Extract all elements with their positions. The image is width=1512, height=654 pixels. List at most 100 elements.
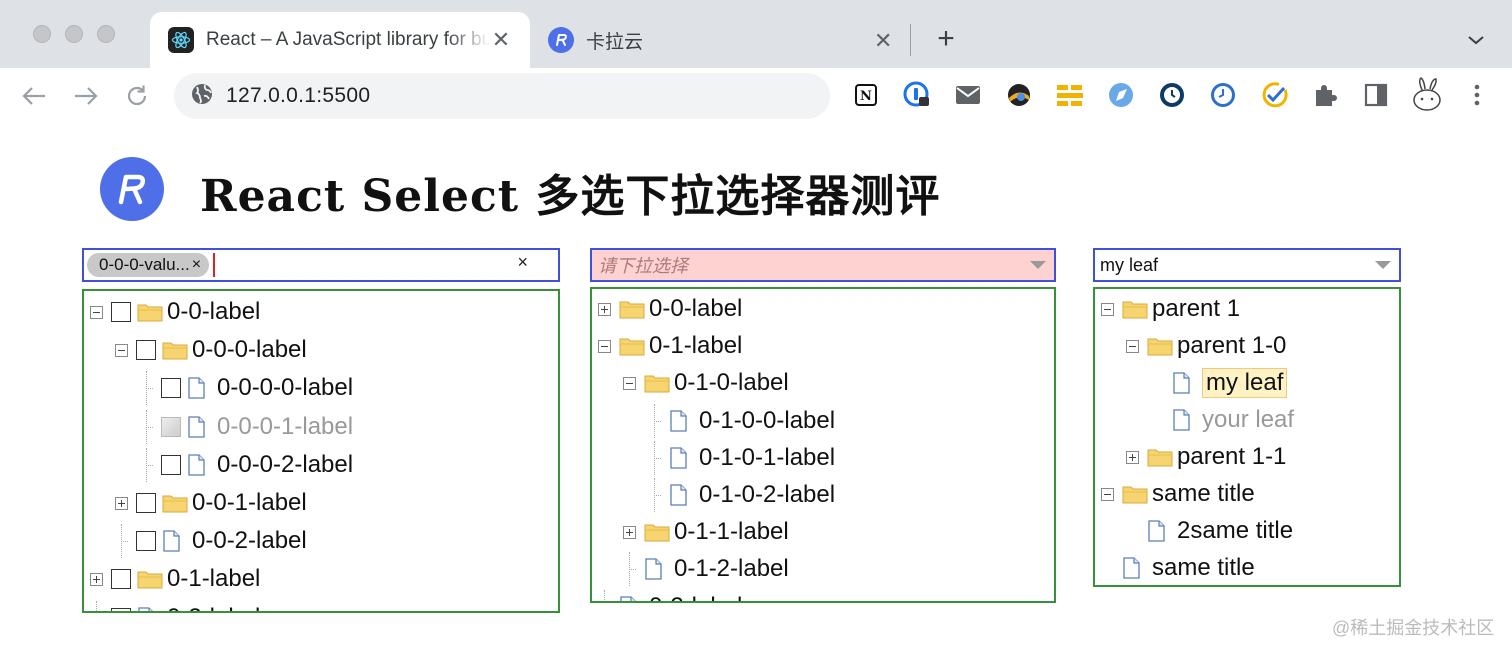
node-checkbox[interactable]	[111, 569, 131, 590]
node-checkbox[interactable]	[111, 302, 131, 322]
tree-node[interactable]: my leaf	[1151, 366, 1288, 400]
window-zoom-button[interactable]	[97, 25, 115, 43]
tree-node[interactable]: 0-1-0-label	[623, 366, 789, 400]
tab-kalayun[interactable]: 卡拉云	[530, 12, 910, 68]
window-close-button[interactable]	[33, 25, 51, 43]
collapse-icon[interactable]	[1126, 339, 1139, 353]
tree-node[interactable]: 0-1-label	[90, 562, 260, 596]
tab-react[interactable]: React – A JavaScript library for buildin…	[150, 12, 530, 68]
tree-node[interactable]: 0-1-0-2-label	[648, 478, 835, 512]
tree-node-label[interactable]: 0-1-label	[167, 565, 260, 593]
tree-node-label[interactable]: parent 1-1	[1177, 443, 1286, 471]
tree-node-label[interactable]: same title	[1152, 480, 1255, 508]
back-button[interactable]	[18, 80, 50, 112]
tree-node[interactable]: parent 1-1	[1126, 440, 1286, 474]
tree-node[interactable]: parent 1-0	[1126, 329, 1286, 363]
tree-node[interactable]: 0-1-1-label	[623, 515, 789, 549]
tree-node-label[interactable]: 0-1-label	[649, 332, 742, 360]
single-tree-select[interactable]: my leaf	[1093, 248, 1401, 282]
tree-node[interactable]: 0-0-label	[90, 295, 260, 329]
more-menu-icon[interactable]	[1462, 80, 1492, 110]
tree-node-label[interactable]: my leaf	[1202, 368, 1288, 398]
reload-button[interactable]	[121, 80, 153, 112]
1password-icon[interactable]	[902, 80, 932, 110]
globe-icon[interactable]	[190, 82, 214, 111]
collapse-icon[interactable]	[1101, 487, 1114, 501]
tree-node-label[interactable]: 0-0-0-1-label	[217, 413, 353, 441]
multi-tree-select[interactable]: 0-0-0-valu... × ×	[82, 248, 560, 282]
address-bar[interactable]: 127.0.0.1:5500	[174, 73, 830, 119]
tree-node-label[interactable]: 0-0-label	[167, 298, 260, 326]
node-checkbox[interactable]	[136, 340, 156, 361]
tree-node-label[interactable]: 0-1-0-label	[674, 369, 789, 397]
tree-node[interactable]: 0-2-label	[90, 600, 260, 611]
clear-icon[interactable]: ×	[517, 252, 528, 273]
check-icon[interactable]	[1259, 80, 1289, 110]
tree-node[interactable]: 0-1-2-label	[623, 552, 789, 587]
timer-icon[interactable]	[1208, 80, 1238, 110]
notion-icon[interactable]: N	[851, 80, 881, 110]
tree-node-label[interactable]: 2same title	[1177, 517, 1293, 545]
collapse-icon[interactable]	[90, 305, 103, 319]
tree-node[interactable]: 0-0-0-2-label	[140, 447, 353, 482]
tree-node-label[interactable]: parent 1	[1152, 295, 1240, 323]
expand-icon[interactable]	[115, 496, 128, 510]
tree-node-label[interactable]: your leaf	[1202, 406, 1294, 434]
tree-node-label[interactable]: 0-1-2-label	[674, 555, 789, 583]
window-minimize-button[interactable]	[65, 25, 83, 43]
mail-icon[interactable]	[953, 80, 983, 110]
tree-node[interactable]: 0-0-2-label	[115, 524, 307, 559]
tree-node-label[interactable]: 0-1-0-2-label	[699, 481, 835, 509]
tree-node[interactable]: 0-0-0-label	[115, 333, 307, 367]
tree-node-label[interactable]: parent 1-0	[1177, 332, 1286, 360]
tag-remove-icon[interactable]: ×	[192, 256, 201, 274]
node-checkbox[interactable]	[136, 493, 156, 513]
forward-button[interactable]	[70, 80, 102, 112]
tab-close-icon[interactable]: ✕	[490, 27, 512, 53]
tab-close-icon[interactable]: ✕	[874, 28, 892, 54]
node-checkbox[interactable]	[161, 454, 181, 475]
tree-node[interactable]: 0-0-label	[598, 292, 742, 326]
tree-node-label[interactable]: 0-0-0-0-label	[217, 374, 353, 402]
tree-node-label[interactable]: 0-0-2-label	[192, 527, 307, 555]
tree-node[interactable]: 0-2-label	[598, 589, 742, 601]
collapse-icon[interactable]	[1101, 302, 1114, 316]
tree-node-label[interactable]: 0-0-1-label	[192, 489, 307, 517]
tree-node[interactable]: 0-1-label	[598, 329, 742, 363]
tree-node[interactable]: 0-0-0-0-label	[140, 371, 353, 406]
tree-node[interactable]: 2same title	[1126, 514, 1293, 548]
compass-icon[interactable]	[1106, 80, 1136, 110]
expand-icon[interactable]	[623, 525, 636, 539]
expand-icon[interactable]	[1126, 450, 1139, 464]
tree-node-label[interactable]: 0-1-0-1-label	[699, 444, 835, 472]
node-checkbox[interactable]	[136, 531, 156, 552]
collapse-icon[interactable]	[115, 343, 128, 357]
tree-node[interactable]: 0-0-0-1-label	[140, 409, 353, 444]
tree-node[interactable]: same title	[1101, 551, 1255, 585]
collapse-icon[interactable]	[598, 339, 611, 353]
tree-node-label[interactable]: same title	[1152, 554, 1255, 582]
dropdown-arrow-icon[interactable]	[1030, 261, 1046, 269]
node-checkbox[interactable]	[161, 378, 181, 399]
new-tab-button[interactable]: +	[930, 22, 962, 56]
tree-node[interactable]: your leaf	[1151, 403, 1294, 437]
tree-node-label[interactable]: 0-2-label	[167, 604, 260, 611]
rabbit-icon[interactable]	[1410, 76, 1444, 112]
expand-icon[interactable]	[90, 572, 103, 586]
orb-icon[interactable]	[1004, 80, 1034, 110]
tree-node-label[interactable]: 0-2-label	[649, 593, 742, 601]
tree-node[interactable]: parent 1	[1101, 292, 1240, 326]
clock-icon[interactable]	[1157, 80, 1187, 110]
tree-node[interactable]: 0-1-0-1-label	[648, 440, 835, 475]
tree-node[interactable]: same title	[1101, 477, 1255, 511]
tree-node-label[interactable]: 0-1-1-label	[674, 518, 789, 546]
collapse-icon[interactable]	[623, 376, 636, 390]
sidepanel-icon[interactable]	[1361, 80, 1391, 110]
tree-node-label[interactable]: 0-0-label	[649, 295, 742, 323]
expand-icon[interactable]	[598, 302, 611, 316]
tree-select-placeholder[interactable]: 请下拉选择	[590, 248, 1056, 282]
dropdown-arrow-icon[interactable]	[1375, 261, 1391, 269]
tree-node[interactable]: 0-0-1-label	[115, 486, 307, 520]
tree-node-label[interactable]: 0-0-0-2-label	[217, 451, 353, 479]
tab-search-chevron-icon[interactable]	[1462, 26, 1490, 54]
